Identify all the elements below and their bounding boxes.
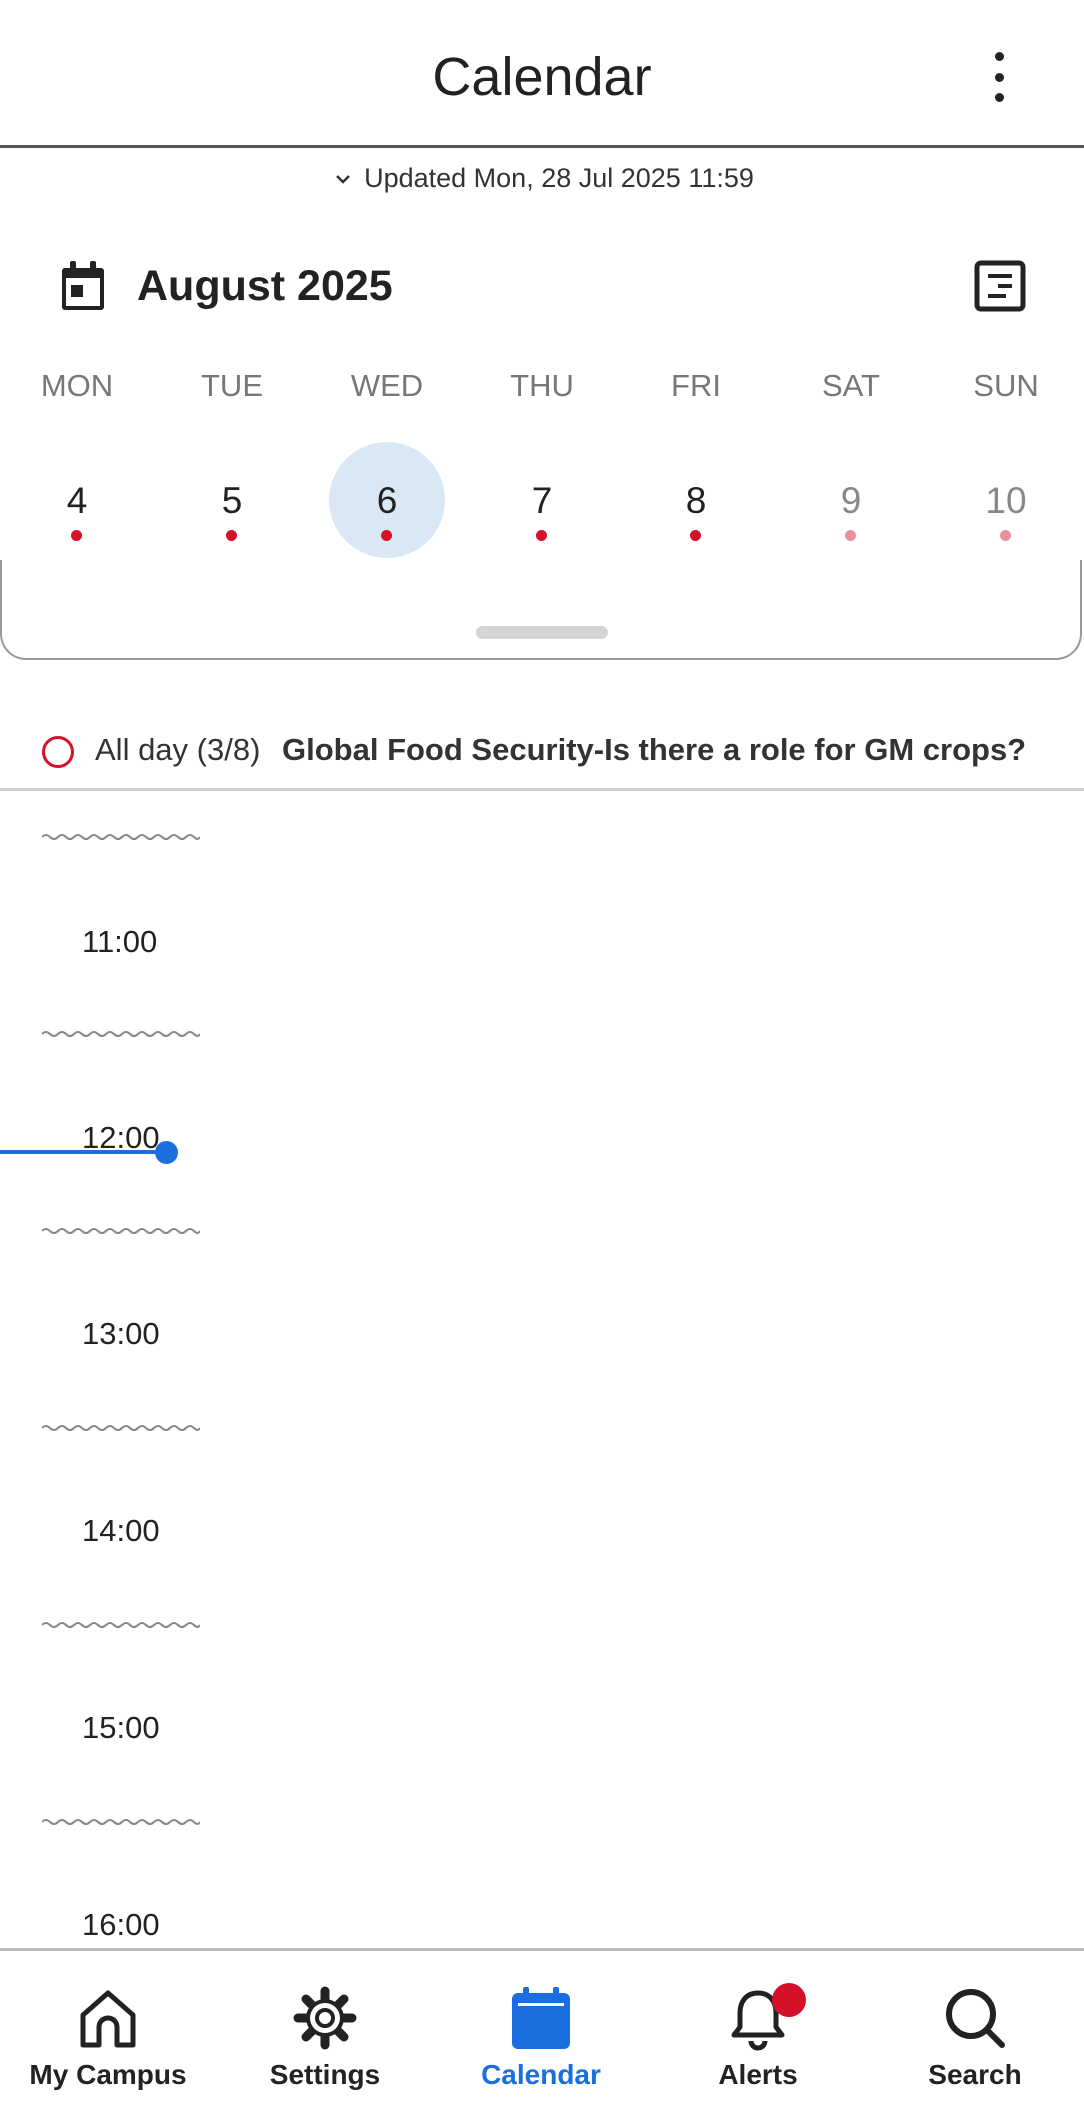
page-title: Calendar bbox=[432, 47, 652, 107]
hour-label: 11:00 bbox=[82, 924, 158, 959]
weekday-sat: SAT bbox=[822, 368, 880, 403]
half-hour-marker bbox=[42, 1819, 200, 1825]
nav-label: Calendar bbox=[481, 2059, 601, 2090]
hour-label: 16:00 bbox=[82, 1907, 160, 1942]
current-time-line bbox=[0, 1150, 165, 1154]
day-cell-selected[interactable]: 6 bbox=[329, 442, 445, 558]
event-status-circle-icon bbox=[42, 736, 74, 768]
nav-label: Search bbox=[928, 2059, 1022, 2090]
gear-icon bbox=[293, 1986, 357, 2050]
search-icon bbox=[946, 1989, 1005, 2048]
day-number: 10 bbox=[985, 480, 1027, 521]
all-day-event[interactable]: All day (3/8) Global Food Security-Is th… bbox=[0, 720, 1084, 790]
event-indicator-dot bbox=[71, 530, 82, 541]
last-updated-toggle[interactable]: Updated Mon, 28 Jul 2025 11:59 bbox=[0, 163, 1084, 194]
weekday-wed: WED bbox=[350, 368, 424, 403]
nav-my-campus[interactable]: My Campus bbox=[0, 1951, 216, 2106]
drag-handle[interactable] bbox=[476, 626, 608, 639]
hour-label: 14:00 bbox=[82, 1513, 160, 1548]
event-indicator-dot bbox=[1000, 530, 1011, 541]
event-indicator-dot bbox=[381, 530, 392, 541]
weekday-thu: THU bbox=[510, 368, 574, 403]
event-indicator-dot bbox=[536, 530, 547, 541]
nav-label: Settings bbox=[269, 2059, 381, 2090]
event-indicator-dot bbox=[690, 530, 701, 541]
nav-settings[interactable]: Settings bbox=[217, 1951, 433, 2106]
notification-badge bbox=[772, 1983, 806, 2017]
month-label[interactable]: August 2025 bbox=[137, 262, 393, 311]
hour-label: 15:00 bbox=[82, 1710, 160, 1745]
nav-label: Alerts bbox=[718, 2059, 798, 2090]
day-cell[interactable]: 10 bbox=[948, 442, 1064, 558]
day-cell[interactable]: 4 bbox=[19, 442, 135, 558]
weekday-tue: TUE bbox=[201, 368, 263, 403]
half-hour-marker bbox=[42, 1228, 200, 1234]
event-title: Global Food Security-Is there a role for… bbox=[282, 732, 1027, 767]
half-hour-marker bbox=[42, 1622, 200, 1628]
day-number: 8 bbox=[685, 480, 707, 521]
month-header: August 2025 bbox=[0, 250, 1084, 330]
day-cell[interactable]: 8 bbox=[638, 442, 754, 558]
bottom-navigation: My Campus Settings Calendar Alerts Searc… bbox=[0, 1948, 1084, 2106]
nav-alerts[interactable]: Alerts bbox=[650, 1951, 866, 2106]
half-hour-marker bbox=[42, 834, 200, 840]
all-day-label: All day (3/8) bbox=[95, 732, 261, 767]
day-cell[interactable]: 7 bbox=[484, 442, 600, 558]
hour-label: 13:00 bbox=[82, 1316, 160, 1351]
day-number: 5 bbox=[221, 480, 243, 521]
event-indicator-dot bbox=[226, 530, 237, 541]
day-cell[interactable]: 5 bbox=[174, 442, 290, 558]
weekday-mon: MON bbox=[40, 368, 114, 403]
event-indicator-dot bbox=[845, 530, 856, 541]
nav-search[interactable]: Search bbox=[867, 1951, 1083, 2106]
day-number: 9 bbox=[840, 480, 862, 521]
day-number: 4 bbox=[66, 480, 88, 521]
half-hour-marker bbox=[42, 1031, 200, 1037]
top-app-bar: Calendar bbox=[0, 0, 1084, 148]
weekday-sun: SUN bbox=[973, 368, 1039, 403]
calendar-sheet-edge bbox=[0, 560, 1082, 660]
calendar-icon[interactable] bbox=[60, 260, 106, 312]
weekday-fri: FRI bbox=[671, 368, 721, 403]
agenda-view-icon[interactable] bbox=[974, 260, 1026, 312]
more-options-icon[interactable] bbox=[978, 52, 1020, 102]
nav-calendar[interactable]: Calendar bbox=[433, 1951, 649, 2106]
current-time-dot bbox=[155, 1141, 178, 1164]
day-number: 6 bbox=[376, 480, 398, 521]
calendar-icon bbox=[512, 1987, 570, 2049]
divider bbox=[0, 788, 1084, 791]
home-icon bbox=[80, 1990, 136, 2048]
half-hour-marker bbox=[42, 1425, 200, 1431]
chevron-down-icon bbox=[336, 174, 350, 184]
last-updated-text: Updated Mon, 28 Jul 2025 11:59 bbox=[364, 163, 754, 193]
nav-label: My Campus bbox=[29, 2059, 187, 2090]
day-number: 7 bbox=[531, 480, 553, 521]
day-cell[interactable]: 9 bbox=[793, 442, 909, 558]
